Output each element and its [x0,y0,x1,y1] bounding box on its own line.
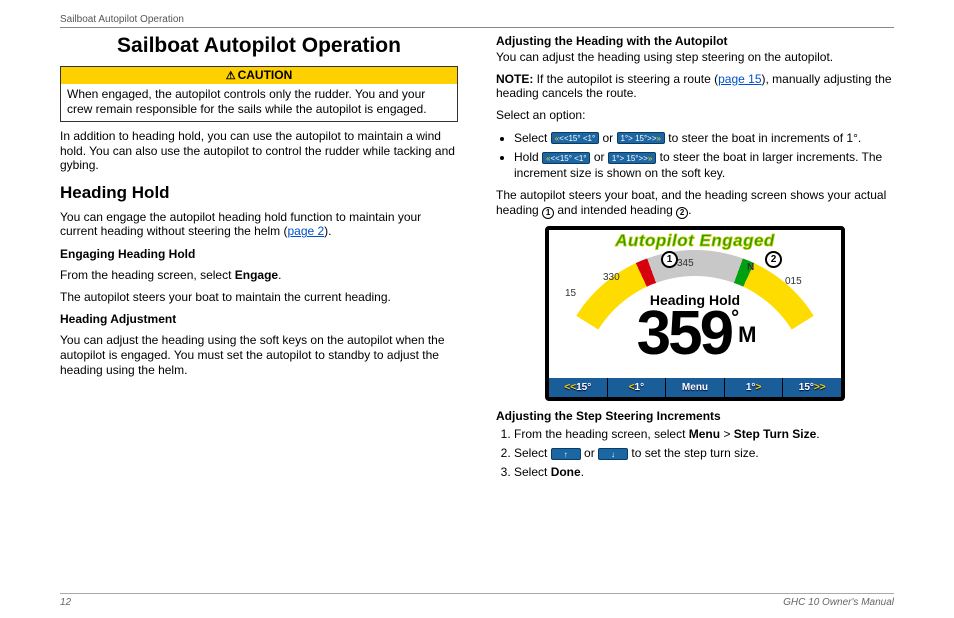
option-select: Select <<15° <1° or 1°> 15°>> to steer t… [514,130,894,146]
step-3: Select Done. [514,464,894,481]
softkey-menu[interactable]: Menu [666,378,725,397]
softkey-right1[interactable]: 1°> [725,378,784,397]
softkey-right-icon: 1°> 15°>> [617,132,665,144]
page-footer: 12 GHC 10 Owner's Manual [60,593,894,608]
caution-label: CAUTION [238,68,293,82]
increment-steps: From the heading screen, select Menu > S… [514,426,894,482]
heading-adjustment-text: You can adjust the heading using the sof… [60,333,458,377]
softkey-left-icon: <<15° <1° [542,152,590,164]
heading-screen-figure: Autopilot Engaged 330 345 N 015 15 1 2 H… [545,226,845,401]
softkey-up-icon: ↑ [551,448,581,460]
engaging-heading-hold-heading: Engaging Heading Hold [60,247,458,261]
softkey-bar: <<<<15°15° <1° Menu 1°> 15°>> [549,378,841,397]
adjusting-intro: You can adjust the heading using step st… [496,50,894,65]
softkey-right-icon: 1°> 15°>> [608,152,656,164]
page-2-link[interactable]: page 2 [287,224,324,238]
adjusting-note: NOTE: If the autopilot is steering a rou… [496,72,894,101]
softkey-left1[interactable]: <1° [608,378,667,397]
page-number: 12 [60,597,71,608]
note-label: NOTE: [496,72,533,86]
intro-paragraph: In addition to heading hold, you can use… [60,129,458,173]
callout-2-icon: 2 [676,207,688,219]
page-15-link[interactable]: page 15 [718,72,761,86]
autopilot-screen-tail: The autopilot steers your boat, and the … [496,188,894,219]
two-column-layout: Sailboat Autopilot Operation ⚠CAUTION Wh… [60,30,894,484]
option-list: Select <<15° <1° or 1°> 15°>> to steer t… [514,130,894,182]
callout-marker-2: 2 [765,251,782,268]
option-hold: Hold <<15° <1° or 1°> 15°>> to steer the… [514,149,894,181]
engaging-result: The autopilot steers your boat to mainta… [60,290,458,305]
softkey-right15[interactable]: 15°>> [783,378,841,397]
softkey-left-icon: <<15° <1° [551,132,599,144]
heading-adjustment-heading: Heading Adjustment [60,312,458,326]
softkey-down-icon: ↓ [598,448,628,460]
select-option-label: Select an option: [496,108,894,123]
page-title: Sailboat Autopilot Operation [60,34,458,58]
right-column: Adjusting the Heading with the Autopilot… [496,30,894,484]
manual-page: Sailboat Autopilot Operation Sailboat Au… [0,0,954,618]
adjusting-with-autopilot-heading: Adjusting the Heading with the Autopilot [496,34,894,48]
softkey-left15[interactable]: <<<<15°15° [549,378,608,397]
adjusting-increments-heading: Adjusting the Step Steering Increments [496,409,894,423]
gauge-engaged-title: Autopilot Engaged [549,230,841,251]
left-column: Sailboat Autopilot Operation ⚠CAUTION Wh… [60,30,458,484]
heading-hold-text: You can engage the autopilot heading hol… [60,210,458,239]
callout-marker-1: 1 [661,251,678,268]
manual-title: GHC 10 Owner's Manual [783,597,894,608]
caution-box: ⚠CAUTION When engaged, the autopilot con… [60,66,458,122]
heading-reading: 359°M [549,298,841,369]
engaging-step: From the heading screen, select Engage. [60,268,458,283]
callout-1-icon: 1 [542,207,554,219]
caution-header: ⚠CAUTION [61,67,457,84]
warning-triangle-icon: ⚠ [226,70,236,82]
step-1: From the heading screen, select Menu > S… [514,426,894,443]
running-head: Sailboat Autopilot Operation [60,14,894,28]
step-2: Select ↑ or ↓ to set the step turn size. [514,445,894,462]
caution-text: When engaged, the autopilot controls onl… [67,87,427,115]
degree-icon: ° [731,307,736,329]
engage-label: Engage [235,268,278,282]
heading-hold-heading: Heading Hold [60,183,458,203]
